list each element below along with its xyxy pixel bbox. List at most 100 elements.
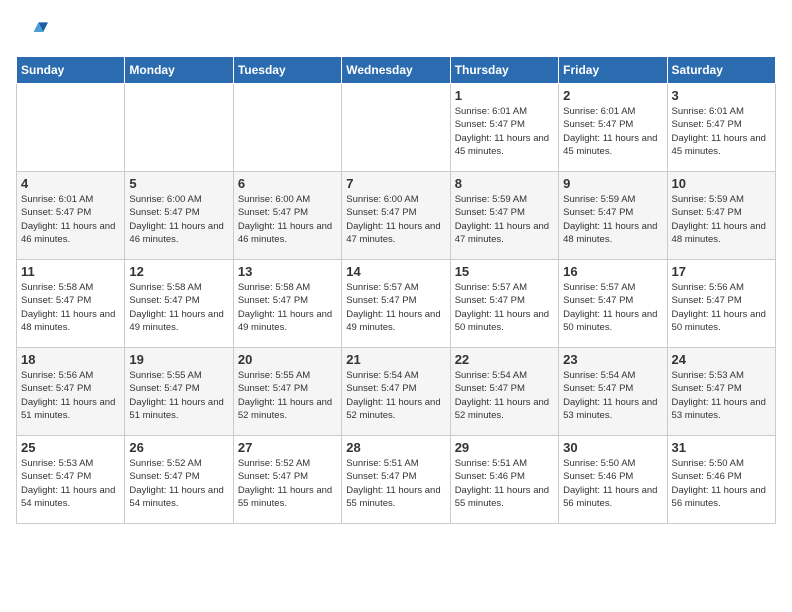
day-header-friday: Friday [559, 57, 667, 84]
calendar-cell: 30 Sunrise: 5:50 AM Sunset: 5:46 PM Dayli… [559, 436, 667, 524]
day-number: 21 [346, 352, 445, 367]
day-number: 25 [21, 440, 120, 455]
day-info: Sunrise: 5:58 AM Sunset: 5:47 PM Dayligh… [129, 281, 228, 334]
day-number: 2 [563, 88, 662, 103]
day-info: Sunrise: 5:59 AM Sunset: 5:47 PM Dayligh… [672, 193, 771, 246]
day-number: 31 [672, 440, 771, 455]
day-info: Sunrise: 6:00 AM Sunset: 5:47 PM Dayligh… [238, 193, 337, 246]
day-number: 16 [563, 264, 662, 279]
day-number: 6 [238, 176, 337, 191]
calendar-cell: 29Sunrise: 5:51 AM Sunset: 5:46 PM Dayli… [450, 436, 558, 524]
day-info: Sunrise: 5:54 AM Sunset: 5:47 PM Dayligh… [563, 369, 662, 422]
day-info: Sunrise: 5:52 AM Sunset: 5:47 PM Dayligh… [238, 457, 337, 510]
calendar-cell: 10 Sunrise: 5:59 AM Sunset: 5:47 PM Dayli… [667, 172, 775, 260]
day-number: 12 [129, 264, 228, 279]
calendar-week-row: 18 Sunrise: 5:56 AM Sunset: 5:47 PM Dayli… [17, 348, 776, 436]
day-number: 23 [563, 352, 662, 367]
day-info: Sunrise: 5:54 AM Sunset: 5:47 PM Dayligh… [346, 369, 445, 422]
day-info: Sunrise: 5:56 AM Sunset: 5:47 PM Dayligh… [672, 281, 771, 334]
calendar-cell: 28 Sunrise: 5:51 AM Sunset: 5:47 PM Dayli… [342, 436, 450, 524]
calendar-week-row: 4 Sunrise: 6:01 AM Sunset: 5:47 PM Daylig… [17, 172, 776, 260]
day-number: 3 [672, 88, 771, 103]
day-info: Sunrise: 5:53 AM Sunset: 5:47 PM Dayligh… [672, 369, 771, 422]
day-number: 7 [346, 176, 445, 191]
day-header-thursday: Thursday [450, 57, 558, 84]
day-info: Sunrise: 5:59 AM Sunset: 5:47 PM Dayligh… [563, 193, 662, 246]
day-number: 20 [238, 352, 337, 367]
day-number: 30 [563, 440, 662, 455]
calendar-cell: 20 Sunrise: 5:55 AM Sunset: 5:47 PM Dayli… [233, 348, 341, 436]
day-header-wednesday: Wednesday [342, 57, 450, 84]
calendar-cell: 25 Sunrise: 5:53 AM Sunset: 5:47 PM Dayli… [17, 436, 125, 524]
calendar-cell: 14 Sunrise: 5:57 AM Sunset: 5:47 PM Dayli… [342, 260, 450, 348]
day-info: Sunrise: 5:56 AM Sunset: 5:47 PM Dayligh… [21, 369, 120, 422]
day-info: Sunrise: 5:57 AM Sunset: 5:47 PM Dayligh… [563, 281, 662, 334]
day-info: Sunrise: 5:55 AM Sunset: 5:47 PM Dayligh… [238, 369, 337, 422]
day-number: 17 [672, 264, 771, 279]
calendar-cell [342, 84, 450, 172]
logo [16, 16, 52, 48]
day-number: 8 [455, 176, 554, 191]
calendar-cell: 9Sunrise: 5:59 AM Sunset: 5:47 PM Daylig… [559, 172, 667, 260]
day-number: 14 [346, 264, 445, 279]
calendar-cell: 23 Sunrise: 5:54 AM Sunset: 5:47 PM Dayli… [559, 348, 667, 436]
day-number: 18 [21, 352, 120, 367]
day-number: 4 [21, 176, 120, 191]
day-header-monday: Monday [125, 57, 233, 84]
page-header [16, 16, 776, 48]
day-info: Sunrise: 5:57 AM Sunset: 5:47 PM Dayligh… [346, 281, 445, 334]
day-number: 13 [238, 264, 337, 279]
day-number: 24 [672, 352, 771, 367]
calendar-cell: 21 Sunrise: 5:54 AM Sunset: 5:47 PM Dayli… [342, 348, 450, 436]
day-info: Sunrise: 6:00 AM Sunset: 5:47 PM Dayligh… [129, 193, 228, 246]
calendar-cell: 17 Sunrise: 5:56 AM Sunset: 5:47 PM Dayli… [667, 260, 775, 348]
calendar-cell: 5 Sunrise: 6:00 AM Sunset: 5:47 PM Daylig… [125, 172, 233, 260]
day-header-sunday: Sunday [17, 57, 125, 84]
calendar-cell [233, 84, 341, 172]
day-number: 5 [129, 176, 228, 191]
day-number: 1 [455, 88, 554, 103]
day-info: Sunrise: 5:53 AM Sunset: 5:47 PM Dayligh… [21, 457, 120, 510]
calendar-cell: 24 Sunrise: 5:53 AM Sunset: 5:47 PM Dayli… [667, 348, 775, 436]
calendar-cell: 16 Sunrise: 5:57 AM Sunset: 5:47 PM Dayli… [559, 260, 667, 348]
day-info: Sunrise: 6:01 AM Sunset: 5:47 PM Dayligh… [21, 193, 120, 246]
calendar-cell: 4 Sunrise: 6:01 AM Sunset: 5:47 PM Daylig… [17, 172, 125, 260]
calendar-cell: 26 Sunrise: 5:52 AM Sunset: 5:47 PM Dayli… [125, 436, 233, 524]
calendar-header-row: SundayMondayTuesdayWednesdayThursdayFrid… [17, 57, 776, 84]
calendar-cell: 18 Sunrise: 5:56 AM Sunset: 5:47 PM Dayli… [17, 348, 125, 436]
day-info: Sunrise: 5:52 AM Sunset: 5:47 PM Dayligh… [129, 457, 228, 510]
day-number: 11 [21, 264, 120, 279]
day-info: Sunrise: 5:58 AM Sunset: 5:47 PM Dayligh… [238, 281, 337, 334]
day-info: Sunrise: 5:51 AM Sunset: 5:47 PM Dayligh… [346, 457, 445, 510]
day-info: Sunrise: 6:00 AM Sunset: 5:47 PM Dayligh… [346, 193, 445, 246]
calendar-cell: 22 Sunrise: 5:54 AM Sunset: 5:47 PM Dayli… [450, 348, 558, 436]
day-info: Sunrise: 5:50 AM Sunset: 5:46 PM Dayligh… [563, 457, 662, 510]
day-number: 19 [129, 352, 228, 367]
day-number: 29 [455, 440, 554, 455]
calendar-cell: 19 Sunrise: 5:55 AM Sunset: 5:47 PM Dayli… [125, 348, 233, 436]
logo-icon [16, 16, 48, 48]
calendar-cell [17, 84, 125, 172]
day-number: 22 [455, 352, 554, 367]
day-number: 27 [238, 440, 337, 455]
day-info: Sunrise: 5:54 AM Sunset: 5:47 PM Dayligh… [455, 369, 554, 422]
day-info: Sunrise: 5:55 AM Sunset: 5:47 PM Dayligh… [129, 369, 228, 422]
calendar-cell: 3Sunrise: 6:01 AM Sunset: 5:47 PM Daylig… [667, 84, 775, 172]
day-number: 10 [672, 176, 771, 191]
day-info: Sunrise: 5:59 AM Sunset: 5:47 PM Dayligh… [455, 193, 554, 246]
calendar-cell [125, 84, 233, 172]
day-info: Sunrise: 5:58 AM Sunset: 5:47 PM Dayligh… [21, 281, 120, 334]
day-number: 26 [129, 440, 228, 455]
calendar-table: SundayMondayTuesdayWednesdayThursdayFrid… [16, 56, 776, 524]
calendar-cell: 11 Sunrise: 5:58 AM Sunset: 5:47 PM Dayli… [17, 260, 125, 348]
calendar-cell: 13 Sunrise: 5:58 AM Sunset: 5:47 PM Dayli… [233, 260, 341, 348]
calendar-week-row: 11 Sunrise: 5:58 AM Sunset: 5:47 PM Dayli… [17, 260, 776, 348]
calendar-cell: 1Sunrise: 6:01 AM Sunset: 5:47 PM Daylig… [450, 84, 558, 172]
calendar-cell: 12 Sunrise: 5:58 AM Sunset: 5:47 PM Dayli… [125, 260, 233, 348]
day-number: 28 [346, 440, 445, 455]
calendar-cell: 31Sunrise: 5:50 AM Sunset: 5:46 PM Dayli… [667, 436, 775, 524]
day-number: 15 [455, 264, 554, 279]
day-info: Sunrise: 6:01 AM Sunset: 5:47 PM Dayligh… [563, 105, 662, 158]
day-header-saturday: Saturday [667, 57, 775, 84]
calendar-cell: 6 Sunrise: 6:00 AM Sunset: 5:47 PM Daylig… [233, 172, 341, 260]
